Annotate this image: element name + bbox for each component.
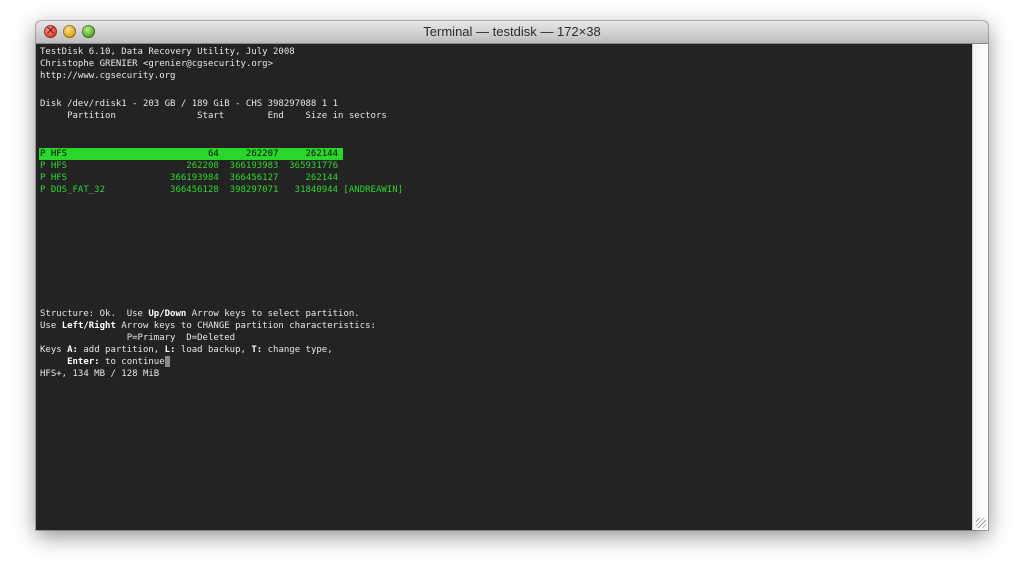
partition-info-line: HFS+, 134 MB / 128 MiB	[40, 369, 160, 379]
partition-row[interactable]: P HFS 262208 366193983 365931776	[40, 160, 338, 172]
key-hint: Up/Down	[148, 309, 187, 319]
resize-grip-icon[interactable]	[976, 518, 986, 528]
footer-text: Arrow keys to CHANGE partition character…	[115, 321, 376, 331]
keys-line: Keys A: add partition, L: load backup, T…	[40, 344, 333, 356]
partition-row[interactable]: P HFS 366193984 366456127 262144	[40, 172, 338, 184]
footer-text: Arrow keys to select partition.	[186, 309, 360, 319]
window-title: Terminal — testdisk — 172×38	[423, 24, 601, 39]
header-line: TestDisk 6.10, Data Recovery Utility, Ju…	[40, 47, 295, 57]
key-hint: Left/Right	[61, 321, 116, 331]
vertical-scrollbar[interactable]	[972, 44, 988, 530]
footer-text: change type,	[262, 345, 333, 355]
key-hint: A:	[67, 345, 78, 355]
structure-status-line: Structure: Ok. Use Up/Down Arrow keys to…	[40, 308, 360, 320]
legend-line: P=Primary D=Deleted	[40, 333, 236, 343]
footer-text: Structure: Ok. Use	[40, 309, 149, 319]
change-hint-line: Use Left/Right Arrow keys to CHANGE part…	[40, 320, 376, 332]
text-cursor	[164, 356, 170, 367]
header-line: http://www.cgsecurity.org	[40, 71, 176, 81]
disk-info-line: Disk /dev/rdisk1 - 203 GB / 189 GiB - CH…	[40, 99, 339, 109]
key-hint: T:	[251, 345, 263, 355]
partition-row[interactable]: P DOS_FAT_32 366456128 398297071 3184094…	[40, 184, 403, 196]
continue-line: Enter: to continue	[40, 356, 170, 368]
footer-text: Use	[40, 321, 62, 331]
footer-text: Keys	[40, 345, 68, 355]
columns-header: Partition Start End Size in sectors	[40, 111, 387, 121]
title-bar[interactable]: Terminal — testdisk — 172×38	[36, 21, 988, 44]
header-line: Christophe GRENIER <grenier@cgsecurity.o…	[40, 59, 273, 69]
footer-text: to continue	[99, 357, 165, 367]
footer-text: add partition,	[77, 345, 165, 355]
footer-text: load backup,	[175, 345, 252, 355]
terminal-content[interactable]: TestDisk 6.10, Data Recovery Utility, Ju…	[36, 44, 973, 530]
footer-text	[40, 357, 67, 367]
terminal-window: Terminal — testdisk — 172×38 TestDisk 6.…	[36, 21, 988, 530]
key-hint: L:	[164, 345, 176, 355]
partition-row-selected[interactable]: P HFS 64 262207 262144	[40, 148, 338, 160]
key-hint: Enter:	[67, 357, 100, 367]
